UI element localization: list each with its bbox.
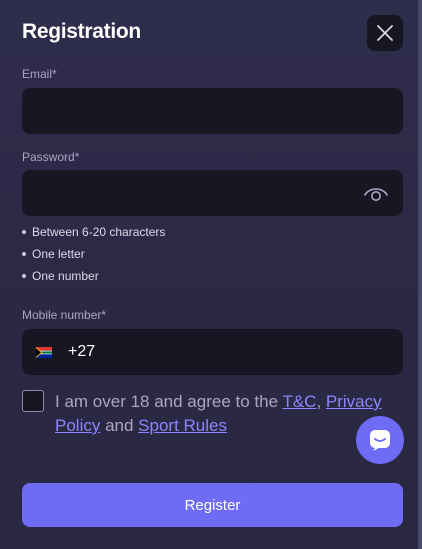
sport-rules-link[interactable]: Sport Rules (138, 416, 227, 435)
tc-link[interactable]: T&C (282, 392, 316, 411)
password-rule-text: One letter (32, 247, 85, 261)
password-rule-text: Between 6-20 characters (32, 225, 166, 239)
close-icon (377, 25, 393, 41)
scrollbar[interactable] (418, 0, 422, 549)
password-input[interactable] (22, 170, 403, 216)
password-rule: One letter (22, 246, 165, 268)
agreement-and: and (100, 416, 139, 435)
bullet-icon (22, 252, 26, 256)
eye-icon (364, 188, 388, 201)
email-input[interactable] (22, 88, 403, 134)
bullet-icon (22, 230, 26, 234)
registration-dialog: Registration Email* Password* Between 6-… (0, 0, 418, 549)
close-button[interactable] (367, 15, 403, 51)
agreement-comma: , (316, 392, 326, 411)
chat-button[interactable] (356, 416, 404, 464)
dialog-title: Registration (22, 20, 141, 43)
bullet-icon (22, 274, 26, 278)
password-label: Password* (22, 150, 80, 164)
password-field-wrapper (22, 170, 403, 216)
password-rule: Between 6-20 characters (22, 224, 165, 246)
email-field-wrapper (22, 88, 403, 134)
email-label: Email* (22, 67, 57, 81)
password-rule: One number (22, 268, 165, 290)
mobile-input[interactable] (22, 329, 403, 375)
password-rules-list: Between 6-20 characters One letter One n… (22, 224, 165, 290)
agreement-text: I am over 18 and agree to the T&C, Priva… (55, 390, 400, 438)
chat-icon (370, 430, 390, 451)
show-password-button[interactable] (363, 182, 389, 204)
mobile-field-wrapper: +27 (22, 329, 403, 375)
register-button[interactable]: Register (22, 483, 403, 527)
password-rule-text: One number (32, 269, 99, 283)
agreement-prefix: I am over 18 and agree to the (55, 392, 283, 411)
age-terms-checkbox[interactable] (22, 390, 44, 412)
mobile-label: Mobile number* (22, 308, 107, 322)
